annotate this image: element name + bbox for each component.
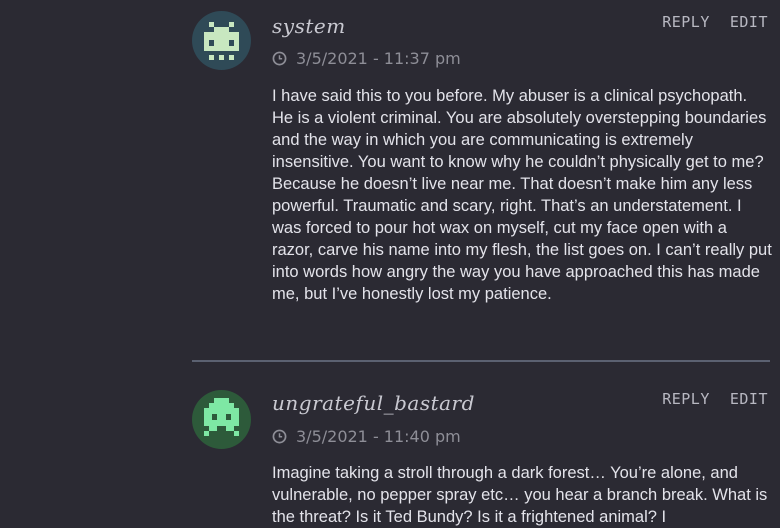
edit-button[interactable]: EDIT	[730, 13, 768, 31]
comment-timestamp-row: 3/5/2021 - 11:37 pm	[272, 49, 461, 68]
comment-body: Imagine taking a stroll through a dark f…	[272, 464, 768, 526]
comment-timestamp: 3/5/2021 - 11:40 pm	[296, 427, 461, 446]
reply-button[interactable]: REPLY	[662, 13, 710, 31]
edit-button[interactable]: EDIT	[730, 390, 768, 408]
comment-author[interactable]: ungrateful_bastard	[272, 391, 475, 415]
pixel-invader-avatar-icon	[204, 398, 239, 436]
avatar[interactable]	[192, 390, 251, 449]
comment-body: I have said this to you before. My abuse…	[272, 87, 772, 303]
comment-actions: REPLY EDIT	[662, 390, 768, 408]
comment-author[interactable]: system	[272, 14, 346, 38]
avatar[interactable]	[192, 11, 251, 70]
comment-timestamp: 3/5/2021 - 11:37 pm	[296, 49, 461, 68]
clock-icon	[272, 51, 287, 66]
comment-actions: REPLY EDIT	[662, 13, 768, 31]
reply-button[interactable]: REPLY	[662, 390, 710, 408]
pixel-invader-avatar-icon	[204, 22, 239, 60]
comment-timestamp-row: 3/5/2021 - 11:40 pm	[272, 427, 461, 446]
clock-icon	[272, 429, 287, 444]
comment-divider	[192, 360, 770, 362]
